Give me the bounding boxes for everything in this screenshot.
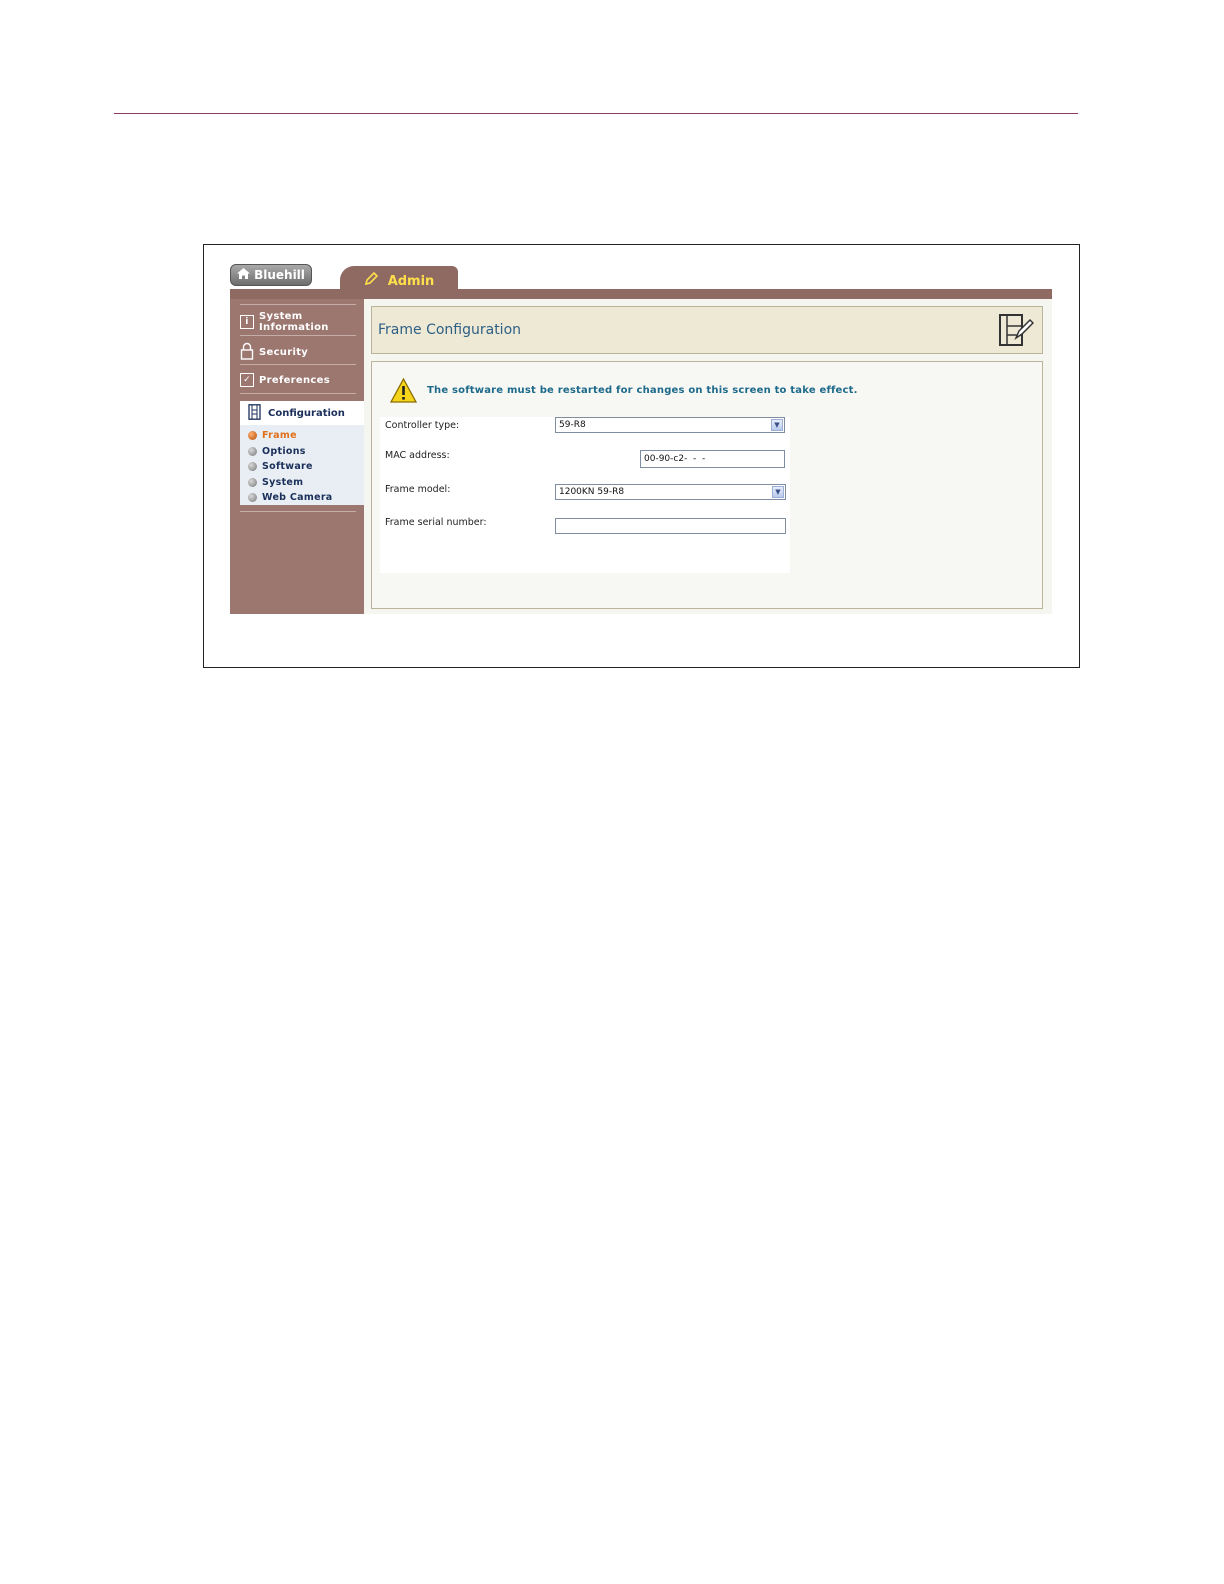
controller-type-label: Controller type:	[385, 420, 460, 431]
tab-bluehill[interactable]: Bluehill	[230, 264, 312, 286]
warning-icon	[390, 378, 417, 403]
bullet-icon	[248, 462, 257, 471]
subnav-label: Web Camera	[262, 492, 333, 503]
sidebar-divider	[240, 364, 356, 365]
frame-model-label: Frame model:	[385, 484, 451, 495]
bullet-icon	[248, 478, 257, 487]
title-bar: Frame Configuration	[371, 306, 1043, 354]
subnav-label: System	[262, 477, 304, 488]
page-top-rule	[114, 113, 1078, 114]
configuration-panel: Configuration Frame Options Software Sys…	[240, 401, 364, 505]
warning-text: The software must be restarted for chang…	[427, 385, 858, 396]
tab-bluehill-label: Bluehill	[254, 268, 305, 282]
sidebar-divider	[240, 335, 356, 336]
home-icon	[237, 268, 251, 282]
sidebar-item-configuration[interactable]: Configuration	[240, 401, 364, 425]
subnav-frame[interactable]: Frame	[248, 430, 297, 441]
frame-serial-label: Frame serial number:	[385, 517, 487, 528]
subnav-software[interactable]: Software	[248, 461, 313, 472]
chevron-down-icon[interactable]: ▼	[772, 486, 784, 498]
mac-address-input[interactable]: 00-90-c2- - -	[640, 450, 785, 468]
sidebar-item-security[interactable]: Security	[240, 342, 364, 363]
sidebar-divider	[240, 393, 356, 394]
subnav-web-camera[interactable]: Web Camera	[248, 492, 333, 503]
sidebar-item-label: Preferences	[259, 374, 330, 386]
subnav-label: Software	[262, 461, 313, 472]
sidebar-item-system-information[interactable]: i System Information	[240, 311, 364, 333]
bullet-icon	[248, 447, 257, 456]
sidebar-item-label: Security	[259, 347, 309, 358]
frame-model-value: 1200KN 59-R8	[559, 487, 625, 497]
edit-config-icon	[999, 314, 1034, 346]
sidebar-item-label: System Information	[259, 311, 329, 333]
frame-icon	[248, 403, 261, 423]
chevron-down-icon[interactable]: ▼	[771, 419, 783, 431]
tab-admin-label: Admin	[387, 273, 435, 289]
subnav-label: Frame	[262, 430, 297, 441]
content-area: Frame Configuration The software must be…	[364, 299, 1052, 614]
pencil-icon	[364, 271, 378, 290]
admin-strip	[230, 289, 1052, 299]
checkbox-icon: ✓	[240, 373, 254, 387]
sidebar: i System Information Security ✓ Preferenc…	[230, 299, 364, 614]
mac-address-label: MAC address:	[385, 450, 450, 461]
frame-serial-input[interactable]	[555, 518, 786, 534]
subnav-label: Options	[262, 446, 306, 457]
controller-type-value: 59-R8	[559, 420, 586, 430]
bullet-icon	[248, 493, 257, 502]
page-title: Frame Configuration	[378, 322, 522, 338]
mac-address-value: 00-90-c2- - -	[644, 454, 706, 464]
info-icon: i	[240, 315, 254, 329]
controller-type-select[interactable]: 59-R8 ▼	[555, 417, 785, 433]
sidebar-item-label: Configuration	[268, 407, 345, 419]
sidebar-divider	[240, 304, 356, 305]
sidebar-item-preferences[interactable]: ✓ Preferences	[240, 373, 364, 387]
lock-icon	[240, 342, 254, 363]
form-panel: The software must be restarted for chang…	[371, 361, 1043, 609]
warning-banner: The software must be restarted for chang…	[390, 378, 858, 403]
frame-model-select[interactable]: 1200KN 59-R8 ▼	[555, 484, 786, 500]
sidebar-divider	[240, 511, 356, 512]
subnav-system[interactable]: System	[248, 477, 303, 488]
bullet-active-icon	[248, 431, 257, 440]
subnav-options[interactable]: Options	[248, 446, 306, 457]
